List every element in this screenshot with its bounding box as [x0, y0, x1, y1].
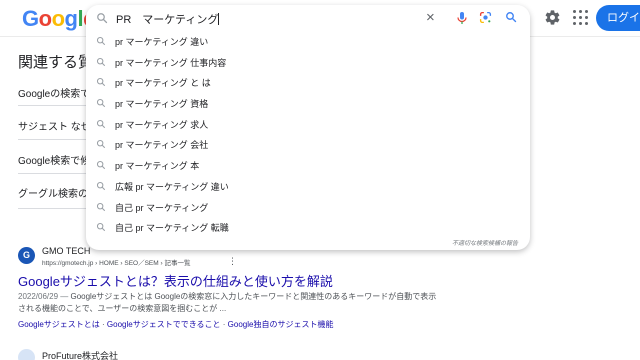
- google-lens-icon[interactable]: [479, 11, 492, 24]
- sitelink-separator: ·: [220, 320, 228, 329]
- suggestion-item[interactable]: 自己 pr マーケティング 転職: [86, 217, 530, 238]
- suggestion-text: pr マーケティング と は: [115, 78, 211, 89]
- site-name[interactable]: GMO TECH: [42, 246, 90, 256]
- suggestion-item[interactable]: pr マーケティング 本: [86, 155, 530, 176]
- suggestion-text: pr マーケティング 資格: [115, 99, 209, 110]
- logo-letter: g: [64, 6, 78, 31]
- site-favicon: [18, 349, 35, 360]
- paa-question[interactable]: グーグル検索の: [18, 185, 88, 200]
- search-icon: [96, 223, 106, 232]
- suggestion-text: pr マーケティング 本: [115, 161, 200, 172]
- gear-icon-svg: [545, 10, 559, 25]
- site-name[interactable]: ProFuture株式会社: [42, 349, 118, 360]
- suggestion-list: pr マーケティング 違い pr マーケティング 仕事内容 pr マーケティング…: [86, 31, 530, 238]
- suggestion-item[interactable]: pr マーケティング 会社: [86, 134, 530, 155]
- close-icon[interactable]: ×: [426, 9, 435, 27]
- text-caret: [218, 13, 220, 25]
- login-button[interactable]: ログイン: [596, 5, 640, 31]
- paa-question[interactable]: Google検索で候: [18, 152, 90, 167]
- search-icon: [96, 181, 106, 190]
- people-also-ask-title: 関連する質: [18, 54, 94, 71]
- paa-question[interactable]: サジェスト なせ: [18, 118, 91, 133]
- site-favicon: G: [18, 247, 35, 264]
- search-submit-icon[interactable]: [505, 11, 517, 23]
- result-date: 2022/06/29 —: [18, 292, 69, 301]
- suggestion-text: 自己 pr マーケティング: [115, 202, 209, 213]
- suggestion-text: 広報 pr マーケティング 違い: [115, 181, 229, 192]
- suggestion-item[interactable]: 広報 pr マーケティング 違い: [86, 176, 530, 197]
- sitelink[interactable]: Googleサジェストとは: [18, 320, 100, 329]
- logo-letter: G: [22, 6, 39, 31]
- search-icon: [96, 36, 106, 46]
- search-icon: [97, 13, 108, 24]
- gear-icon[interactable]: [543, 9, 561, 27]
- result-title-link[interactable]: Googleサジェストとは？表示の仕組みと使い方を解説: [18, 271, 333, 290]
- sitelink[interactable]: Googleサジェストでできること: [107, 320, 221, 329]
- suggestion-text: pr マーケティング 求人: [115, 119, 209, 130]
- search-icon: [96, 140, 106, 149]
- search-box[interactable]: PR マーケティング ×: [86, 5, 530, 31]
- sitelink-separator: ·: [99, 320, 107, 329]
- site-url[interactable]: https://gmotech.jp › HOME › SEO／SEM › 記事…: [42, 257, 190, 267]
- suggestion-text: pr マーケティング 違い: [115, 37, 209, 47]
- suggestion-item[interactable]: pr マーケティング 資格: [86, 93, 530, 114]
- search-input[interactable]: PR マーケティング: [116, 11, 220, 27]
- sitelinks: Googleサジェストとは · Googleサジェストでできること · Goog…: [18, 319, 333, 330]
- suggestion-text: pr マーケティング 仕事内容: [115, 57, 227, 68]
- more-options-icon[interactable]: ⋮: [228, 256, 237, 267]
- suggestion-text: pr マーケティング 会社: [115, 140, 209, 151]
- search-icon: [96, 119, 106, 128]
- microphone-icon[interactable]: [456, 11, 468, 25]
- result-snippet: 2022/06/29 — Googleサジェストとは Googleの検索窓に入力…: [18, 291, 438, 315]
- logo-letter: o: [38, 6, 52, 31]
- search-icon: [96, 57, 106, 66]
- logo-letter: o: [51, 6, 65, 31]
- sitelink[interactable]: Google独自のサジェスト機能: [228, 320, 334, 329]
- search-query-text: PR マーケティング: [116, 14, 219, 26]
- suggestion-item[interactable]: pr マーケティング 違い: [86, 31, 530, 52]
- suggestion-item[interactable]: pr マーケティング 求人: [86, 114, 530, 135]
- result-snippet-text: Googleサジェストとは Googleの検索窓に入力したキーワードと関連性のあ…: [18, 292, 437, 313]
- report-suggestions-link[interactable]: 不適切な検索候補の報告: [86, 238, 518, 247]
- apps-grid-icon[interactable]: [572, 9, 590, 27]
- search-icon: [96, 202, 106, 211]
- suggestion-item[interactable]: pr マーケティング 仕事内容: [86, 52, 530, 73]
- search-icon: [96, 78, 106, 87]
- google-logo[interactable]: Google: [22, 6, 95, 32]
- search-icon: [96, 161, 106, 170]
- suggestion-item[interactable]: 自己 pr マーケティング: [86, 197, 530, 218]
- suggestion-text: 自己 pr マーケティング 転職: [115, 223, 229, 234]
- suggestion-item[interactable]: pr マーケティング と は: [86, 72, 530, 93]
- search-icon: [96, 99, 106, 108]
